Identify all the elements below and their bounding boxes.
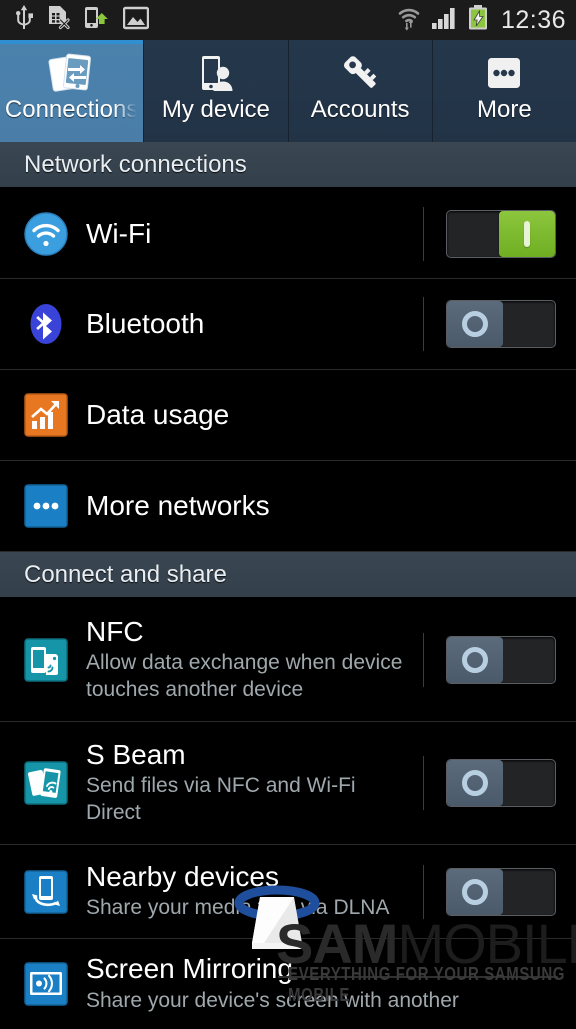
section-title: Network connections xyxy=(24,151,247,179)
divider xyxy=(423,297,424,351)
tab-connections[interactable]: Connections xyxy=(0,40,144,142)
section-header-network-connections: Network connections xyxy=(0,142,576,189)
toggle-off-glyph xyxy=(462,311,488,337)
list-item-nfc[interactable]: NFC Allow data exchange when device touc… xyxy=(0,599,576,722)
screenshot-image-icon xyxy=(123,6,149,35)
battery-charging-icon xyxy=(468,5,488,36)
wifi-toggle[interactable] xyxy=(446,210,556,258)
tab-accounts[interactable]: Accounts xyxy=(289,40,433,142)
list-item-title: NFC xyxy=(86,616,423,647)
list-item-title: Wi-Fi xyxy=(86,218,423,249)
data-usage-icon xyxy=(24,393,68,437)
toggle-knob xyxy=(447,869,503,915)
connections-icon xyxy=(47,50,97,98)
nfc-toggle[interactable] xyxy=(446,636,556,684)
section-title: Connect and share xyxy=(24,561,227,589)
nearby-devices-toggle-area[interactable] xyxy=(423,845,576,938)
bluetooth-icon xyxy=(24,302,68,346)
more-networks-icon xyxy=(24,484,68,528)
list-item-wifi[interactable]: Wi-Fi xyxy=(0,189,576,279)
list-item-text: Bluetooth xyxy=(86,298,423,349)
list-item-screen-mirroring[interactable]: Screen Mirroring Share your device's scr… xyxy=(0,939,576,1029)
list-item-text: Screen Mirroring Share your device's scr… xyxy=(86,943,576,1024)
s-beam-toggle-area[interactable] xyxy=(423,722,576,844)
status-bar-right-icons: 12:36 xyxy=(396,5,566,36)
list-item-text: Wi-Fi xyxy=(86,208,423,259)
status-bar: 12:36 xyxy=(0,0,576,40)
list-item-title: Bluetooth xyxy=(86,308,423,339)
section-header-connect-and-share: Connect and share xyxy=(0,552,576,599)
accounts-key-icon xyxy=(335,50,385,98)
toggle-knob xyxy=(447,637,503,683)
toggle-on-glyph xyxy=(524,221,530,247)
toggle-off-glyph xyxy=(462,647,488,673)
screen-mirroring-icon xyxy=(24,962,68,1006)
s-beam-icon xyxy=(24,761,68,805)
list-item-title: S Beam xyxy=(86,739,423,770)
toggle-knob xyxy=(447,760,503,806)
status-bar-clock: 12:36 xyxy=(501,8,566,33)
divider xyxy=(423,207,424,261)
list-item-text: NFC Allow data exchange when device touc… xyxy=(86,606,423,714)
status-bar-left-icons xyxy=(14,5,149,36)
divider xyxy=(423,865,424,919)
toggle-off-glyph xyxy=(462,770,488,796)
wifi-toggle-area[interactable] xyxy=(423,189,576,278)
list-item-text: S Beam Send files via NFC and Wi-Fi Dire… xyxy=(86,729,423,837)
list-item-s-beam[interactable]: S Beam Send files via NFC and Wi-Fi Dire… xyxy=(0,722,576,845)
list-item-title: Screen Mirroring xyxy=(86,953,576,984)
divider xyxy=(423,756,424,810)
s-beam-toggle[interactable] xyxy=(446,759,556,807)
list-item-title: More networks xyxy=(86,490,576,521)
cellular-signal-icon xyxy=(431,6,459,35)
toggle-off-glyph xyxy=(462,879,488,905)
tab-bar: Connections My device xyxy=(0,40,576,142)
tab-my-device-label: My device xyxy=(162,98,270,122)
list-item-text: Data usage xyxy=(86,389,576,440)
bluetooth-toggle[interactable] xyxy=(446,300,556,348)
toggle-knob xyxy=(499,211,555,257)
list-item-title: Nearby devices xyxy=(86,861,423,892)
list-item-subtitle: Allow data exchange when device touches … xyxy=(86,650,416,704)
list-item-data-usage[interactable]: Data usage xyxy=(0,370,576,461)
list-item-bluetooth[interactable]: Bluetooth xyxy=(0,279,576,370)
tab-more-label: More xyxy=(477,98,532,122)
usb-icon xyxy=(14,5,34,36)
toggle-knob xyxy=(447,301,503,347)
bluetooth-toggle-area[interactable] xyxy=(423,279,576,369)
my-device-icon xyxy=(191,50,241,98)
nearby-devices-toggle[interactable] xyxy=(446,868,556,916)
more-dots-icon xyxy=(479,50,529,98)
tab-accounts-label: Accounts xyxy=(311,98,410,122)
nearby-devices-icon xyxy=(24,870,68,914)
wifi-icon xyxy=(24,212,68,256)
wifi-signal-icon xyxy=(396,5,422,36)
list-item-text: More networks xyxy=(86,480,576,531)
sim-card-error-icon xyxy=(47,5,71,36)
tab-connections-label: Connections xyxy=(5,98,138,122)
list-item-text: Nearby devices Share your media files vi… xyxy=(86,851,423,932)
list-item-subtitle: Share your device's screen with another xyxy=(86,988,576,1015)
list-item-more-networks[interactable]: More networks xyxy=(0,461,576,552)
nfc-icon xyxy=(24,638,68,682)
list-item-subtitle: Send files via NFC and Wi-Fi Direct xyxy=(86,773,406,827)
list-item-subtitle: Share your media files via DLNA xyxy=(86,895,423,922)
list-item-title: Data usage xyxy=(86,399,576,430)
divider xyxy=(423,633,424,687)
usb-transfer-icon xyxy=(84,5,110,36)
tab-my-device[interactable]: My device xyxy=(144,40,288,142)
tab-more[interactable]: More xyxy=(433,40,576,142)
list-item-nearby-devices[interactable]: Nearby devices Share your media files vi… xyxy=(0,845,576,939)
nfc-toggle-area[interactable] xyxy=(423,599,576,721)
